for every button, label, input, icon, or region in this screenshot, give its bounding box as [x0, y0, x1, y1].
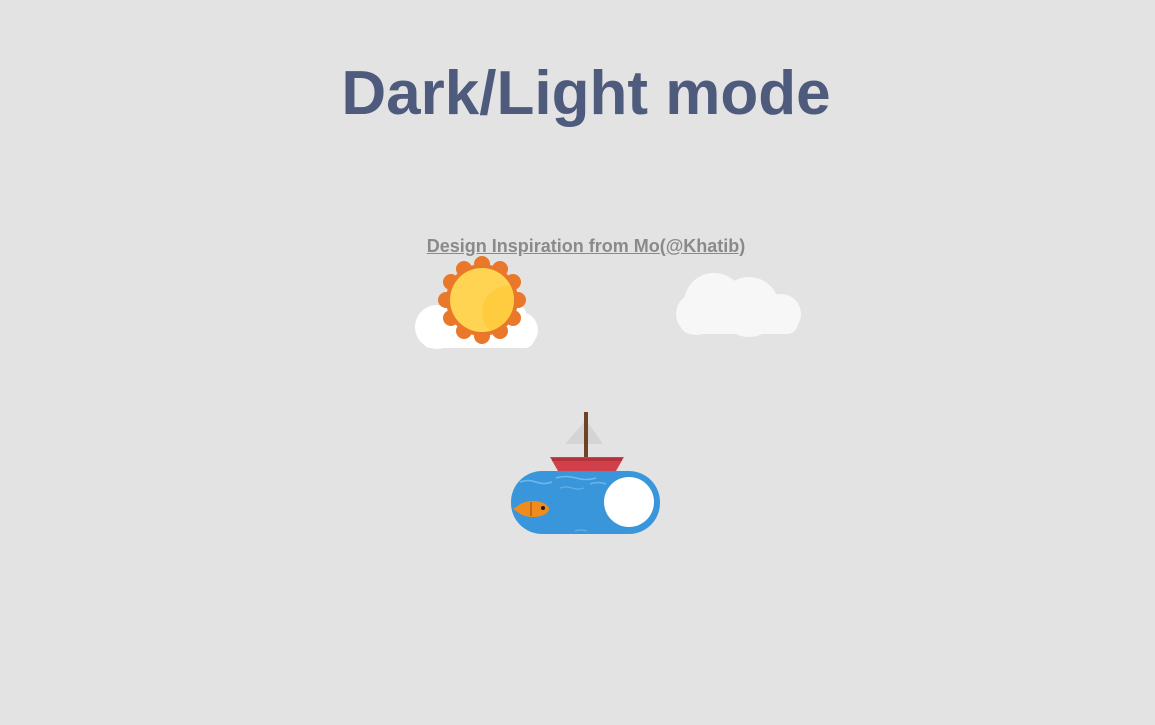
- boat-icon: [550, 412, 624, 471]
- page: Dark/Light mode Design Inspiration from …: [0, 0, 1155, 725]
- theme-toggle-scene: [415, 256, 801, 534]
- theme-toggle-switch[interactable]: [510, 470, 660, 534]
- right-cloud-icon: [676, 273, 801, 337]
